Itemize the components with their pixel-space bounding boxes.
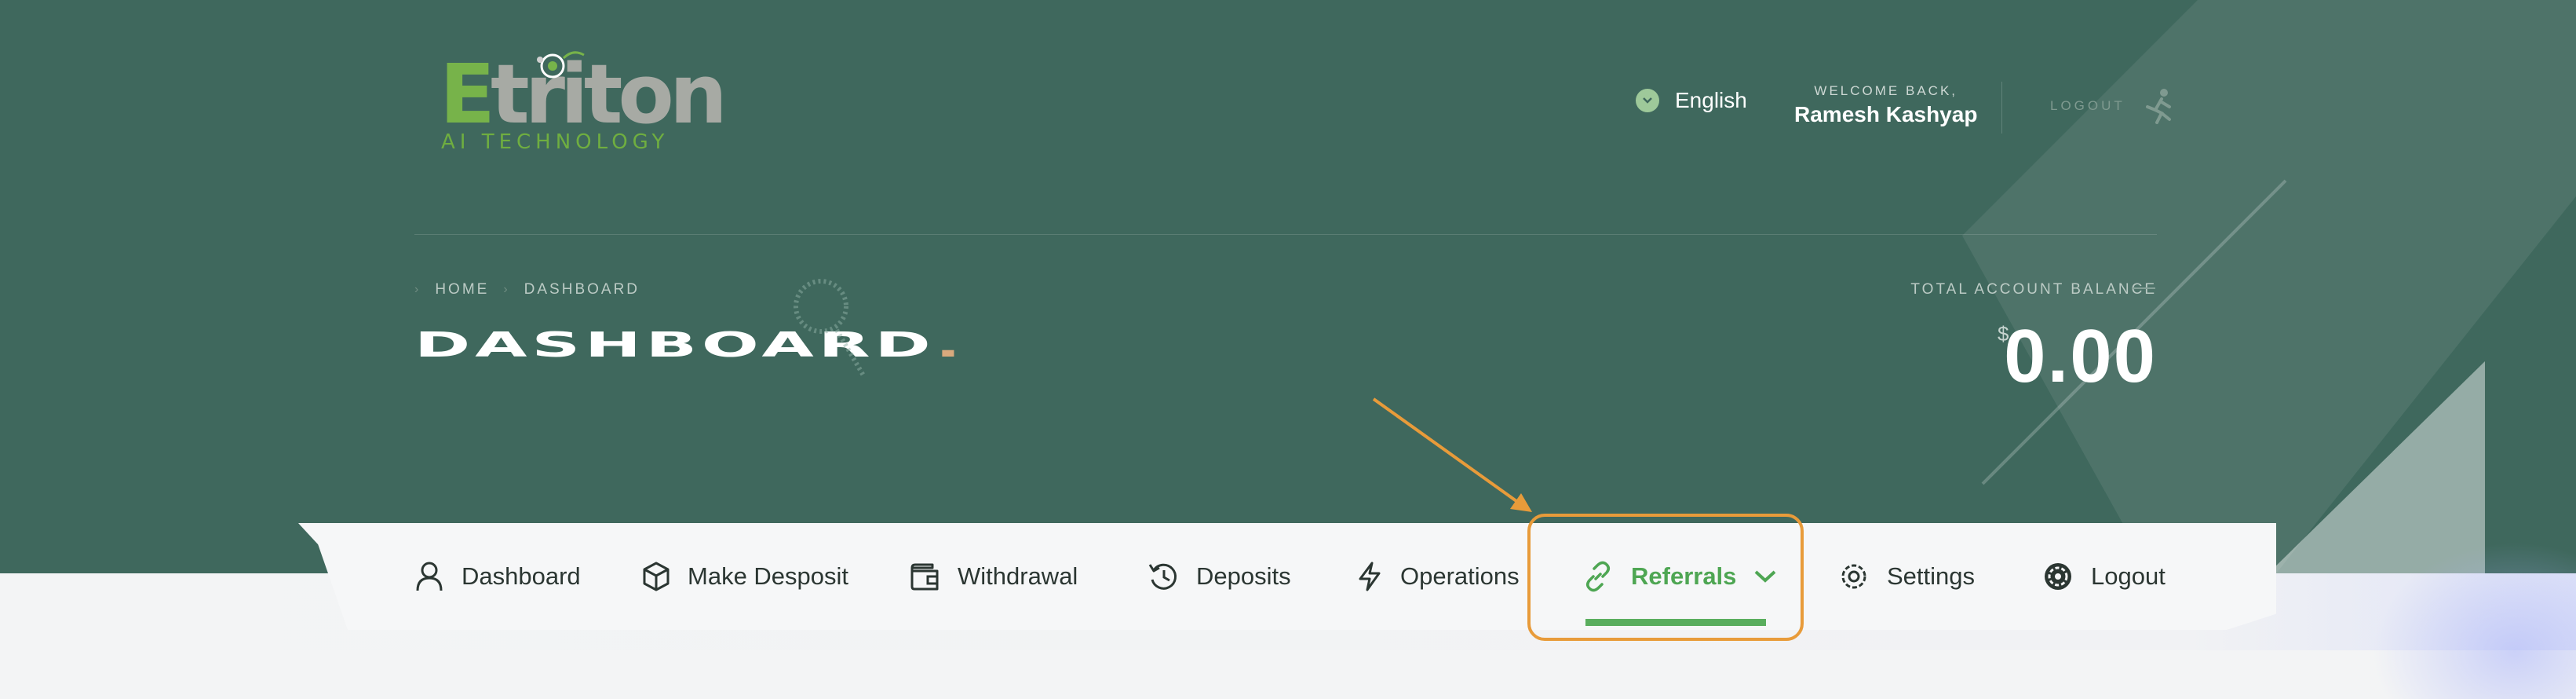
gear-icon <box>2045 563 2071 590</box>
nav-item-logout[interactable]: Logout <box>2042 523 2166 630</box>
annotation-highlight-box <box>1527 514 1804 641</box>
nav-item-settings[interactable]: Settings <box>1838 523 1975 630</box>
chevron-down-icon <box>1636 89 1659 112</box>
header-divider <box>2001 82 2002 134</box>
nav-label: Settings <box>1887 562 1976 590</box>
nav-label: Make Desposit <box>688 562 849 590</box>
breadcrumb-current: DASHBOARD <box>524 281 640 298</box>
header-logout-label: LOGOUT <box>2050 98 2125 113</box>
wallet-icon <box>910 563 939 591</box>
header-logout-button[interactable]: LOGOUT <box>2050 88 2174 124</box>
balance-label-dash <box>2132 287 2155 289</box>
balance-label: TOTAL ACCOUNT BALANCE <box>1910 281 2157 298</box>
breadcrumb-chevron-icon: › <box>414 283 421 296</box>
nav-label: Logout <box>2091 562 2166 590</box>
language-label: English <box>1675 88 1747 112</box>
header-divider-line <box>414 234 2157 235</box>
dotted-circle-decoration <box>794 279 866 377</box>
language-selector[interactable]: English <box>1636 88 1747 113</box>
user-greeting: WELCOME BACK, Ramesh Kashyap <box>1794 83 1977 127</box>
welcome-label: WELCOME BACK, <box>1814 83 1958 98</box>
hero-banner: Etriton AI TECHNOLOGY English WELCOME BA… <box>0 0 2576 573</box>
nav-label: Deposits <box>1196 562 1291 590</box>
history-icon <box>1148 563 1177 590</box>
user-name: Ramesh Kashyap <box>1794 102 1978 126</box>
breadcrumb-home[interactable]: HOME <box>435 281 489 298</box>
user-icon <box>416 562 443 591</box>
running-man-icon <box>2145 89 2171 124</box>
logo-tagline: AI TECHNOLOGY <box>441 130 670 154</box>
nav-label: Dashboard <box>462 562 581 590</box>
logo-swirl-icon <box>537 51 585 79</box>
nav-item-withdrawal[interactable]: Withdrawal <box>909 523 1078 630</box>
breadcrumb: › HOME › DASHBOARD <box>414 281 640 298</box>
page-title: DASHBOARD. <box>414 328 965 363</box>
nav-item-deposits[interactable]: Deposits <box>1148 523 1291 630</box>
nav-item-operations[interactable]: Operations <box>1356 523 1520 630</box>
page-title-suffix: . <box>935 325 966 365</box>
nav-label: Withdrawal <box>958 562 1078 590</box>
box-icon <box>643 562 670 591</box>
lightning-icon <box>1359 562 1381 591</box>
brand-logo[interactable]: Etriton AI TECHNOLOGY <box>440 47 728 157</box>
gear-icon <box>1841 564 1866 589</box>
nav-label: Operations <box>1400 562 1520 590</box>
nav-item-make-deposit[interactable]: Make Desposit <box>642 523 848 630</box>
background-decoration <box>1962 0 2576 573</box>
balance-value: 0.00 <box>2004 314 2157 398</box>
breadcrumb-chevron-icon: › <box>503 283 510 296</box>
nav-item-dashboard[interactable]: Dashboard <box>414 523 581 630</box>
corner-glow <box>2372 542 2576 699</box>
